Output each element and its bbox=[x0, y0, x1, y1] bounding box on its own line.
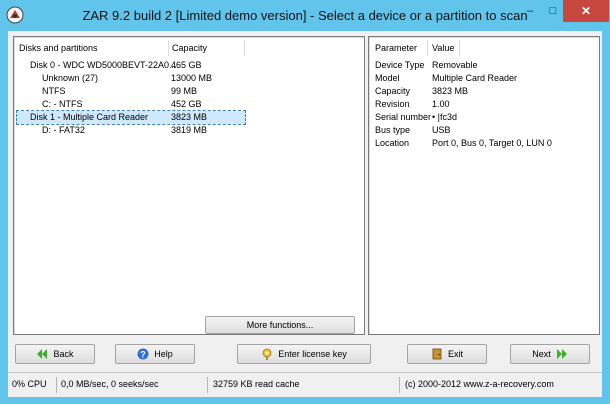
status-divider bbox=[207, 377, 208, 393]
property-name: Device Type bbox=[375, 60, 425, 70]
svg-text:?: ? bbox=[140, 350, 146, 360]
main-content: Disks and partitions Capacity Disk 0 - W… bbox=[8, 31, 602, 396]
more-functions-label: More functions... bbox=[246, 320, 314, 330]
partition-capacity: 13000 MB bbox=[171, 73, 213, 83]
property-value: USB bbox=[432, 125, 451, 135]
app-window: ZAR 9.2 build 2 [Limited demo version] -… bbox=[0, 0, 610, 404]
device-name: Disk 1 - Multiple Card Reader bbox=[30, 112, 149, 122]
copyright-text: (c) 2000-2012 www.z-a-recovery.com bbox=[405, 379, 554, 389]
column-header-capacity[interactable]: Capacity bbox=[172, 40, 207, 56]
exit-door-icon bbox=[432, 348, 442, 360]
key-icon bbox=[262, 348, 272, 360]
device-capacity: 465 GB bbox=[171, 60, 202, 70]
back-button[interactable]: Back bbox=[15, 344, 95, 364]
help-label: Help bbox=[154, 349, 173, 359]
next-arrow-icon bbox=[556, 349, 567, 359]
property-row: Location Port 0, Bus 0, Target 0, LUN 0 bbox=[375, 137, 595, 150]
io-status: 0,0 MB/sec, 0 seeks/sec bbox=[61, 379, 159, 389]
cache-status: 32759 KB read cache bbox=[213, 379, 300, 389]
status-divider bbox=[56, 377, 57, 393]
property-value: Removable bbox=[432, 60, 478, 70]
device-capacity: 3823 MB bbox=[171, 112, 208, 122]
partition-capacity: 3819 MB bbox=[171, 125, 208, 135]
column-divider[interactable] bbox=[427, 40, 428, 56]
partition-row[interactable]: C: - NTFS 452 GB bbox=[42, 98, 260, 111]
properties-list[interactable]: Parameter Value Device Type Removable Mo… bbox=[368, 36, 600, 335]
property-row: Capacity 3823 MB bbox=[375, 85, 595, 98]
partition-name: C: - NTFS bbox=[42, 99, 83, 109]
property-name: Location bbox=[375, 138, 410, 148]
partition-row[interactable]: Unknown (27) 13000 MB bbox=[42, 72, 260, 85]
close-button[interactable]: ✕ bbox=[563, 0, 609, 22]
partition-name: NTFS bbox=[42, 86, 66, 96]
property-name: Serial number bbox=[375, 112, 432, 122]
property-row: Model Multiple Card Reader bbox=[375, 72, 595, 85]
property-name: Model bbox=[375, 73, 400, 83]
device-name: Disk 0 - WDC WD5000BEVT-22A0... bbox=[30, 60, 177, 70]
exit-button[interactable]: Exit bbox=[407, 344, 487, 364]
property-value: 1.00 bbox=[432, 99, 450, 109]
property-row: Device Type Removable bbox=[375, 59, 595, 72]
property-name: Revision bbox=[375, 99, 410, 109]
status-bar: 0% CPU 0,0 MB/sec, 0 seeks/sec 32759 KB … bbox=[8, 372, 602, 397]
property-value: 3823 MB bbox=[432, 86, 469, 96]
column-header-parameter[interactable]: Parameter bbox=[375, 40, 417, 56]
more-functions-button[interactable]: More functions... bbox=[205, 316, 355, 334]
next-button[interactable]: Next bbox=[510, 344, 590, 364]
next-label: Next bbox=[532, 349, 551, 359]
property-value: • |fc3d bbox=[432, 112, 458, 122]
license-key-button[interactable]: Enter license key bbox=[237, 344, 371, 364]
property-value: Port 0, Bus 0, Target 0, LUN 0 bbox=[432, 138, 552, 148]
device-row[interactable]: Disk 0 - WDC WD5000BEVT-22A0... 465 GB bbox=[30, 59, 260, 72]
column-header-value[interactable]: Value bbox=[432, 40, 454, 56]
column-divider[interactable] bbox=[459, 40, 460, 56]
property-row: Serial number • |fc3d bbox=[375, 111, 595, 124]
partition-capacity: 99 MB bbox=[171, 86, 198, 96]
cpu-status: 0% CPU bbox=[12, 379, 47, 389]
partition-capacity: 452 GB bbox=[171, 99, 202, 109]
property-row: Bus type USB bbox=[375, 124, 595, 137]
partition-name: Unknown (27) bbox=[42, 73, 99, 83]
partition-name: D: - FAT32 bbox=[42, 125, 85, 135]
property-name: Capacity bbox=[375, 86, 411, 96]
column-divider[interactable] bbox=[168, 40, 169, 56]
title-bar[interactable]: ZAR 9.2 build 2 [Limited demo version] -… bbox=[0, 0, 610, 31]
property-row: Revision 1.00 bbox=[375, 98, 595, 111]
partition-row[interactable]: NTFS 99 MB bbox=[42, 85, 260, 98]
partition-row[interactable]: D: - FAT32 3819 MB bbox=[42, 124, 260, 137]
help-button[interactable]: ? Help bbox=[115, 344, 195, 364]
device-list[interactable]: Disks and partitions Capacity Disk 0 - W… bbox=[13, 36, 365, 335]
property-value: Multiple Card Reader bbox=[432, 73, 518, 83]
column-header-disks[interactable]: Disks and partitions bbox=[19, 40, 98, 56]
status-divider bbox=[399, 377, 400, 393]
license-key-label: Enter license key bbox=[278, 349, 347, 359]
back-arrow-icon bbox=[37, 349, 48, 359]
property-name: Bus type bbox=[375, 125, 411, 135]
device-row-selected[interactable]: Disk 1 - Multiple Card Reader 3823 MB bbox=[16, 110, 246, 125]
exit-label: Exit bbox=[447, 349, 463, 359]
back-label: Back bbox=[53, 349, 74, 359]
help-icon: ? bbox=[137, 348, 149, 360]
column-divider[interactable] bbox=[244, 40, 245, 56]
